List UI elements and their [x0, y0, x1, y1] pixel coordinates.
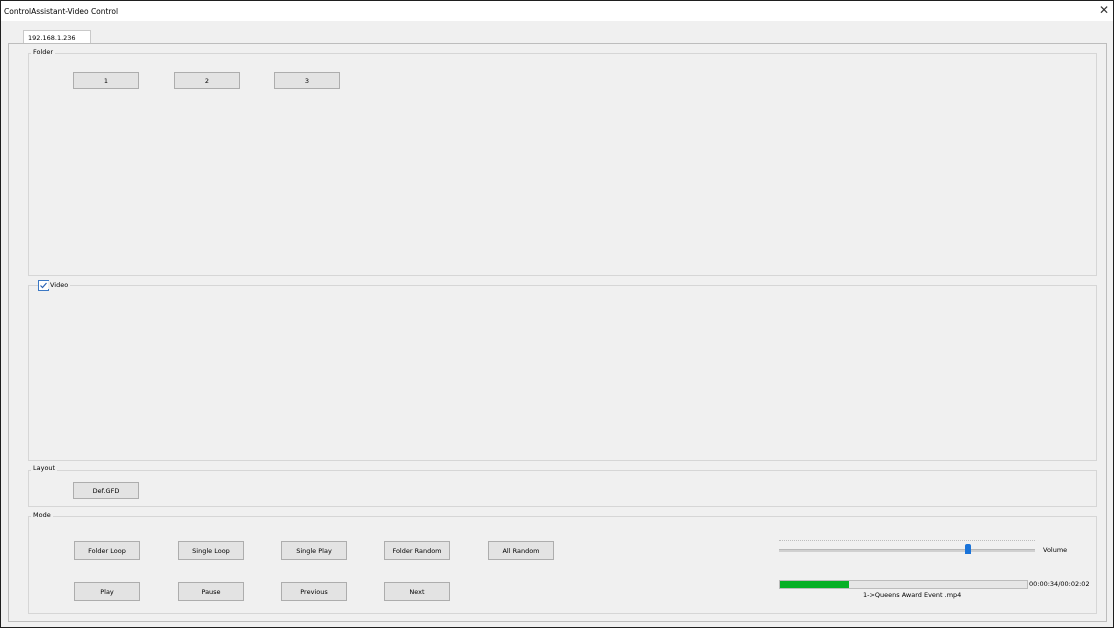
now-playing-label: 1->Queens Award Event .mp4	[863, 591, 962, 599]
close-icon[interactable]: ✕	[1099, 4, 1109, 16]
playback-progress-fill	[780, 581, 849, 588]
pause-button[interactable]: Pause	[178, 582, 244, 601]
folder-button-2[interactable]: 2	[174, 72, 240, 89]
single-play-button[interactable]: Single Play	[281, 541, 347, 560]
volume-slider-ticks	[779, 540, 1035, 544]
layout-label: Layout	[31, 464, 58, 472]
app-window: ControlAssistant-Video Control ✕ 192.168…	[0, 0, 1114, 628]
video-group	[28, 285, 1097, 461]
window-title: ControlAssistant-Video Control	[4, 7, 119, 16]
folder-button-3[interactable]: 3	[274, 72, 340, 89]
next-button[interactable]: Next	[384, 582, 450, 601]
folder-label: Folder	[31, 48, 56, 56]
volume-label: Volume	[1043, 546, 1068, 554]
title-bar: ControlAssistant-Video Control ✕	[1, 1, 1113, 21]
playback-time: 00:00:34/00:02:02	[1029, 580, 1090, 588]
all-random-button[interactable]: All Random	[488, 541, 554, 560]
layout-group	[28, 470, 1097, 507]
volume-slider-thumb[interactable]	[965, 544, 972, 554]
playback-progress-bar[interactable]	[779, 580, 1028, 589]
previous-button[interactable]: Previous	[281, 582, 347, 601]
video-label: Video	[48, 281, 71, 289]
folder-loop-button[interactable]: Folder Loop	[74, 541, 140, 560]
layout-button-def-gfd[interactable]: Def.GFD	[73, 482, 139, 499]
single-loop-button[interactable]: Single Loop	[178, 541, 244, 560]
play-button[interactable]: Play	[74, 582, 140, 601]
mode-label: Mode	[31, 511, 53, 519]
volume-slider[interactable]	[779, 549, 1035, 552]
folder-random-button[interactable]: Folder Random	[384, 541, 450, 560]
check-icon	[40, 282, 47, 289]
folder-button-1[interactable]: 1	[73, 72, 139, 89]
